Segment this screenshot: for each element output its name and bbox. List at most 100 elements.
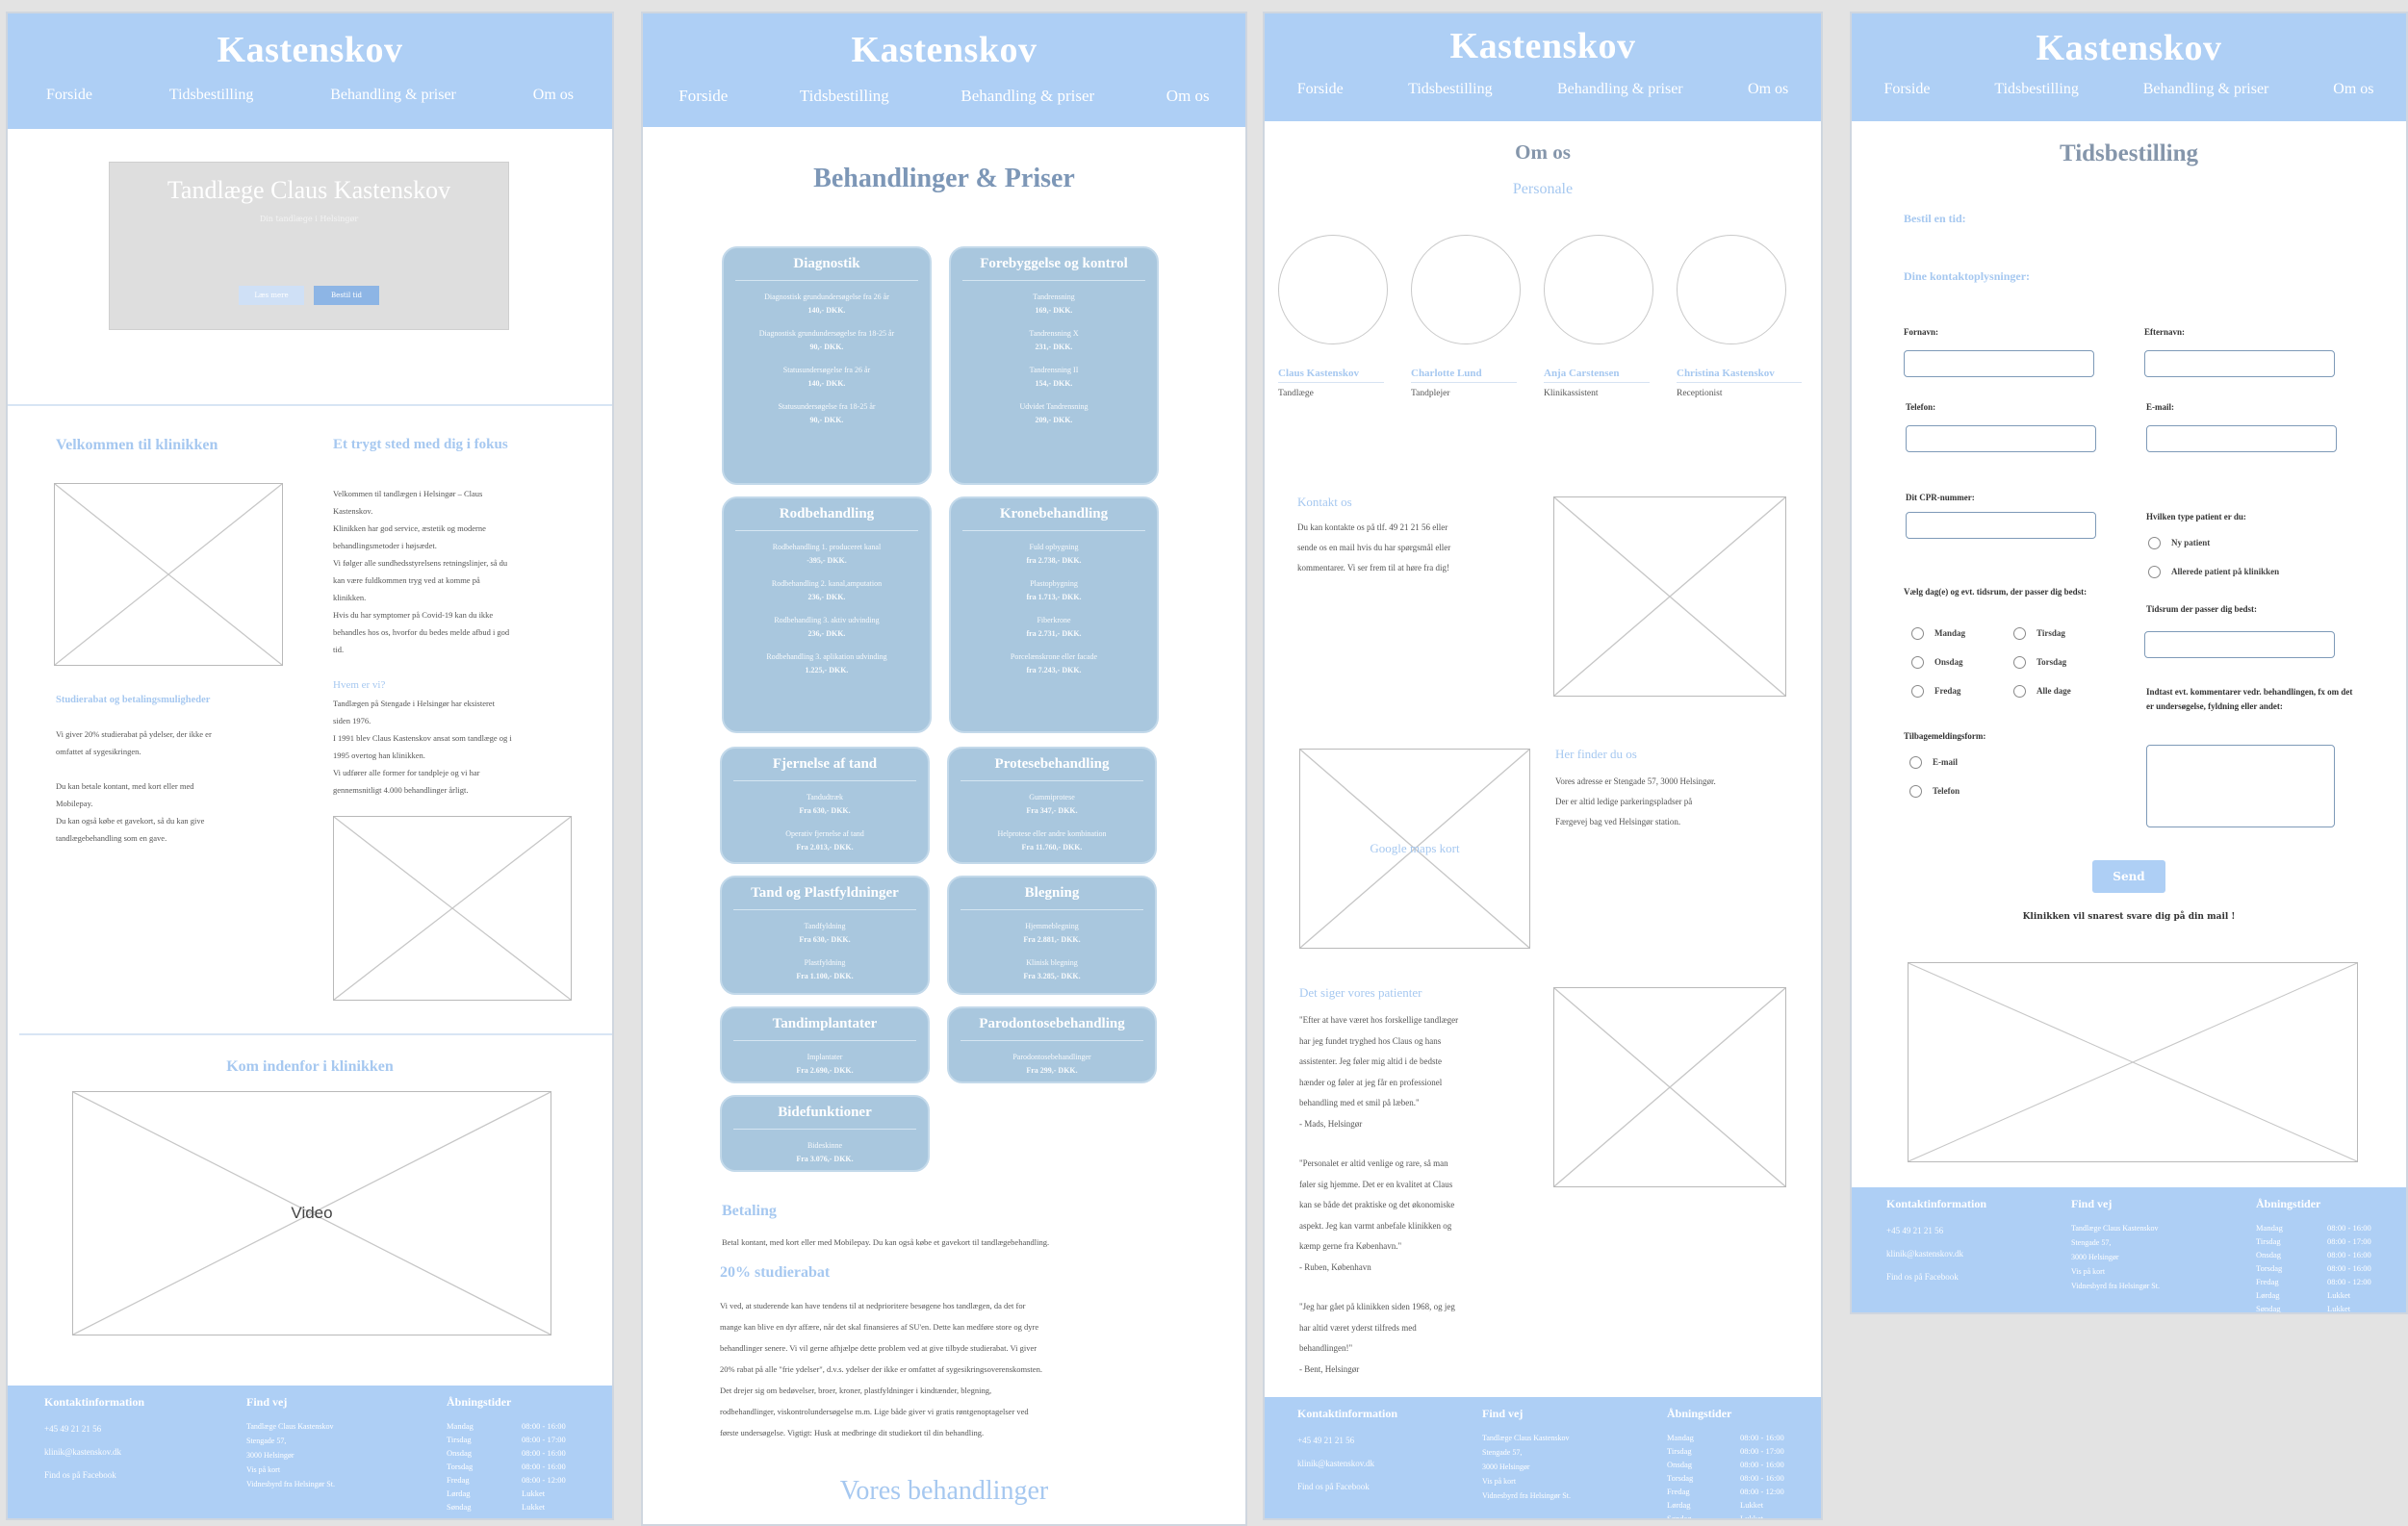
site-footer: Kontaktinformation +45 49 21 21 56 klini… [1265, 1397, 1821, 1518]
footer-facebook-link[interactable]: Find os på Facebook [1886, 1267, 1986, 1286]
day-thursday-radio[interactable] [2013, 656, 2026, 669]
cpr-input[interactable] [1906, 512, 2096, 539]
nav-om-os[interactable]: Om os [533, 87, 574, 104]
day-all-label: Alle dage [2037, 686, 2071, 696]
footer-phone[interactable]: +45 49 21 21 56 [1886, 1221, 1986, 1240]
review: "Jeg har gået på klinikken siden 1968, o… [1299, 1302, 1455, 1374]
nav-behandling[interactable]: Behandling & priser [961, 87, 1094, 106]
treatment-card: Forebyggelse og kontrol Tandrensning 169,-… [949, 246, 1159, 485]
nav-tidsbestilling[interactable]: Tidsbestilling [169, 87, 253, 104]
treatment-card: Tand og Plastfyldninger Tandfyldning Fra 6… [720, 876, 930, 995]
day-tuesday-radio[interactable] [2013, 627, 2026, 640]
nav-forside[interactable]: Forside [1883, 81, 1930, 98]
treatment-item: Tandfyldning Fra 630,- DKK. [799, 922, 851, 944]
day-monday-label: Mandag [1934, 628, 1966, 638]
first-name-input[interactable] [1904, 350, 2094, 377]
reviews-list: "Efter at have været hos forskellige tan… [1299, 1010, 1550, 1380]
comment-textarea[interactable] [2146, 745, 2335, 827]
show-map-link[interactable]: Vis på kort [246, 1462, 335, 1477]
reviews-image-placeholder [1553, 987, 1786, 1187]
footer-facebook-link[interactable]: Find os på Facebook [44, 1465, 144, 1485]
treatment-card: Diagnostik Diagnostisk grundundersøgelse … [722, 246, 932, 485]
site-header: Kastenskov Forside Tidsbestilling Behand… [1852, 13, 2406, 121]
nav-om-os[interactable]: Om os [1748, 81, 1788, 98]
treatment-item: Udvidet Tandrensning 209,- DKK. [1019, 402, 1089, 424]
patient-existing-radio[interactable] [2148, 566, 2161, 578]
day-all-radio[interactable] [2013, 685, 2026, 698]
day-friday-radio[interactable] [1911, 685, 1924, 698]
focus-image-placeholder [333, 816, 572, 1001]
nav-om-os[interactable]: Om os [1166, 87, 1210, 106]
hero-book-button[interactable]: Bestil tid [314, 286, 379, 305]
footer-facebook-link[interactable]: Find os på Facebook [1297, 1477, 1397, 1496]
footer-phone[interactable]: +45 49 21 21 56 [44, 1419, 144, 1438]
phone-input[interactable] [1906, 425, 2096, 452]
nav-tidsbestilling[interactable]: Tidsbestilling [800, 87, 889, 106]
show-map-link[interactable]: Vis på kort [1482, 1474, 1571, 1488]
treatment-card: Fjernelse af tand Tandudtræk Fra 630,- DKK… [720, 747, 930, 864]
nav-forside[interactable]: Forside [46, 87, 92, 104]
treatment-item: Bideskinne Fra 3.076,- DKK. [796, 1141, 854, 1163]
feedback-phone-radio[interactable] [1909, 785, 1922, 798]
patient-existing-label: Allerede patient på klinikken [2171, 567, 2280, 576]
map-label: Google maps kort [1370, 841, 1460, 855]
main-nav: Forside Tidsbestilling Behandling & pris… [1265, 81, 1821, 98]
site-logo[interactable]: Kastenskov [8, 13, 612, 71]
nav-forside[interactable]: Forside [1297, 81, 1344, 98]
main-nav: Forside Tidsbestilling Behandling & pris… [643, 87, 1245, 106]
nav-tidsbestilling[interactable]: Tidsbestilling [1408, 81, 1492, 98]
video-label: Video [291, 1204, 333, 1222]
treatment-card: Blegning Hjemmeblegning Fra 2.881,- DKK. Kl… [947, 876, 1157, 995]
footer-email[interactable]: klinik@kastenskov.dk [1886, 1244, 1986, 1263]
footer-email[interactable]: klinik@kastenskov.dk [1297, 1454, 1397, 1473]
site-logo[interactable]: Kastenskov [1852, 13, 2406, 69]
treatment-item: Tandrensning X 231,- DKK. [1029, 329, 1079, 351]
focus-title: Et trygt sted med dig i fokus [333, 437, 508, 452]
payment-text: Betal kontant, med kort eller med Mobile… [722, 1237, 1050, 1247]
site-logo[interactable]: Kastenskov [643, 13, 1245, 71]
footer-find-title: Find vej [1482, 1407, 1524, 1420]
site-logo[interactable]: Kastenskov [1265, 13, 1821, 67]
hero-read-more-button[interactable]: Læs mere [239, 286, 304, 305]
day-wednesday-radio[interactable] [1911, 656, 1924, 669]
nav-om-os[interactable]: Om os [2333, 81, 2373, 98]
staff-photo [1411, 235, 1521, 344]
nav-forside[interactable]: Forside [679, 87, 728, 106]
footer-contact-title: Kontaktinformation [1297, 1407, 1398, 1420]
nav-behandling[interactable]: Behandling & priser [330, 87, 456, 104]
treatment-card-title: Bidefunktioner [733, 1097, 916, 1130]
treatment-card: Rodbehandling Rodbehandling 1. produceret… [722, 496, 932, 733]
nav-behandling[interactable]: Behandling & priser [2143, 81, 2269, 98]
treatment-item: Rodbehandling 3. aplikation udvinding 1.2… [766, 652, 887, 674]
site-header: Kastenskov Forside Tidsbestilling Behand… [643, 13, 1245, 127]
patient-new-radio[interactable] [2148, 537, 2161, 549]
show-map-link[interactable]: Vis på kort [2071, 1264, 2160, 1279]
last-name-input[interactable] [2144, 350, 2335, 377]
wireframe-tidsbestilling: Kastenskov Forside Tidsbestilling Behand… [1850, 12, 2408, 1314]
video-placeholder[interactable]: Video [72, 1091, 551, 1335]
treatment-card-title: Tand og Plastfyldninger [733, 877, 916, 910]
day-monday-radio[interactable] [1911, 627, 1924, 640]
treatment-item: Tandrensning II 154,- DKK. [1029, 366, 1079, 388]
feedback-email-radio[interactable] [1909, 756, 1922, 769]
treatment-item: Fuld opbygning fra 2.738,- DKK. [1026, 543, 1082, 565]
footer-address: Tandlæge Claus Kastenskov Stengade 57, 300… [1482, 1434, 1571, 1500]
feedback-label: Tilbagemeldingsform: [1904, 731, 1986, 741]
footer-contact-title: Kontaktinformation [44, 1395, 145, 1409]
nav-tidsbestilling[interactable]: Tidsbestilling [1994, 81, 2078, 98]
hero-subtitle: Din tandlæge i Helsingør [259, 215, 359, 223]
email-input[interactable] [2146, 425, 2337, 452]
google-map-placeholder[interactable]: Google maps kort [1299, 749, 1530, 949]
who-title: Hvem er vi? [333, 679, 386, 691]
footer-email[interactable]: klinik@kastenskov.dk [44, 1442, 144, 1462]
footer-phone[interactable]: +45 49 21 21 56 [1297, 1431, 1397, 1450]
treatment-item: Porcelænskrone eller facade fra 7.243,- D… [1010, 652, 1098, 674]
send-button[interactable]: Send [2092, 860, 2165, 893]
time-input[interactable] [2144, 631, 2335, 658]
opening-hours: Mandag 08:00 - 16:00 Tirsdag 08:00 - 17:00 O… [2256, 1223, 2371, 1313]
treatment-card: Protesebehandling Gummiprotese Fra 347,- D… [947, 747, 1157, 864]
nav-behandling[interactable]: Behandling & priser [1557, 81, 1683, 98]
treatment-card-title: Kronebehandling [962, 498, 1145, 531]
last-name-label: Efternavn: [2144, 327, 2185, 337]
staff-subtitle: Personale [1512, 181, 1574, 197]
